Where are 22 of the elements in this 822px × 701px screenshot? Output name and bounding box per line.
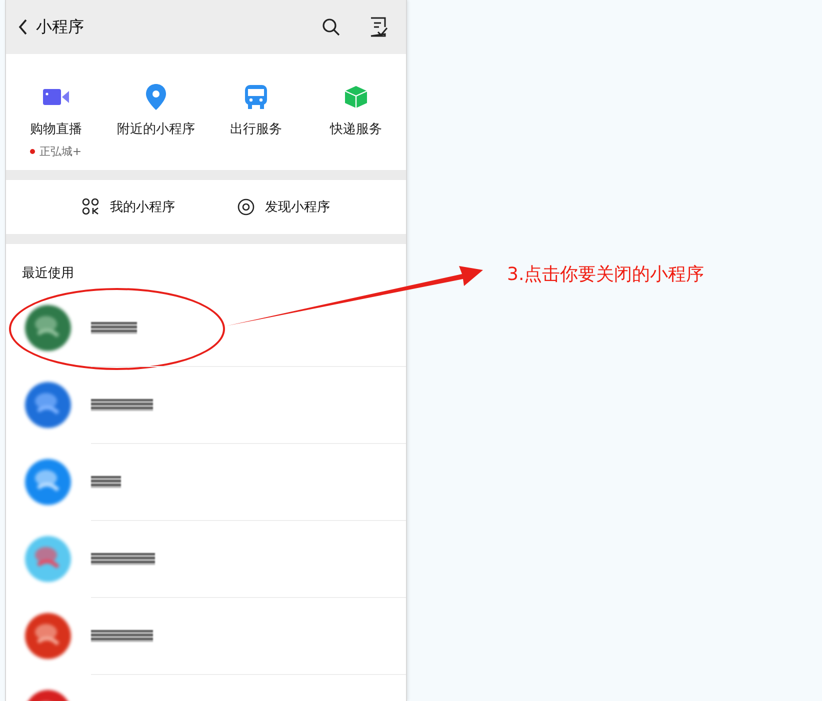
- service-label[interactable]: 购物直播: [30, 120, 82, 138]
- annotation-text: 3.点击你要关闭的小程序: [507, 264, 704, 285]
- page-title: 小程序: [36, 16, 84, 38]
- link-label[interactable]: 我的小程序: [110, 198, 175, 216]
- target-icon[interactable]: [237, 198, 255, 216]
- service-label[interactable]: 附近的小程序: [117, 120, 195, 138]
- search-icon[interactable]: [322, 18, 340, 36]
- location-pin-icon[interactable]: [146, 84, 166, 110]
- bus-icon[interactable]: [245, 84, 267, 110]
- blurred-name: [91, 322, 137, 334]
- grid-circles-icon[interactable]: [82, 198, 100, 216]
- service-label[interactable]: 快递服务: [330, 120, 382, 138]
- link-label[interactable]: 发现小程序: [265, 198, 330, 216]
- section-heading: 最近使用: [21, 265, 75, 283]
- blurred-name: [91, 553, 155, 565]
- service-note: 正弘城+: [30, 144, 82, 159]
- blurred-name: [91, 399, 153, 411]
- blurred-name: [91, 476, 121, 488]
- blurred-name: [91, 630, 153, 642]
- service-label[interactable]: 出行服务: [230, 120, 282, 138]
- checklist-icon[interactable]: [370, 17, 388, 37]
- back-icon[interactable]: [18, 19, 28, 35]
